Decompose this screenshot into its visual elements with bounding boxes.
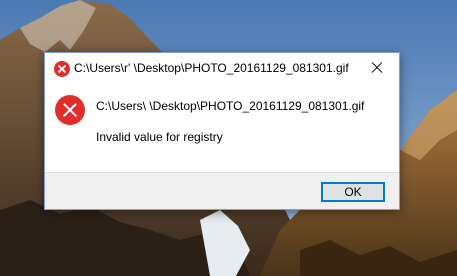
error-dialog: C:\Users\r' \Desktop\PHOTO_20161129_0813… xyxy=(44,52,400,210)
close-icon xyxy=(371,62,383,74)
error-icon xyxy=(54,61,70,77)
close-button[interactable] xyxy=(355,53,399,83)
dialog-titlebar[interactable]: C:\Users\r' \Desktop\PHOTO_20161129_0813… xyxy=(45,53,399,83)
error-x-icon xyxy=(55,95,85,125)
dialog-title: C:\Users\r' \Desktop\PHOTO_20161129_0813… xyxy=(74,61,349,75)
dialog-footer: OK xyxy=(45,172,399,209)
file-path-text: C:\Users\ \Desktop\PHOTO_20161129_081301… xyxy=(96,99,365,113)
ok-button[interactable]: OK xyxy=(321,182,385,202)
error-message: Invalid value for registry xyxy=(96,130,223,144)
